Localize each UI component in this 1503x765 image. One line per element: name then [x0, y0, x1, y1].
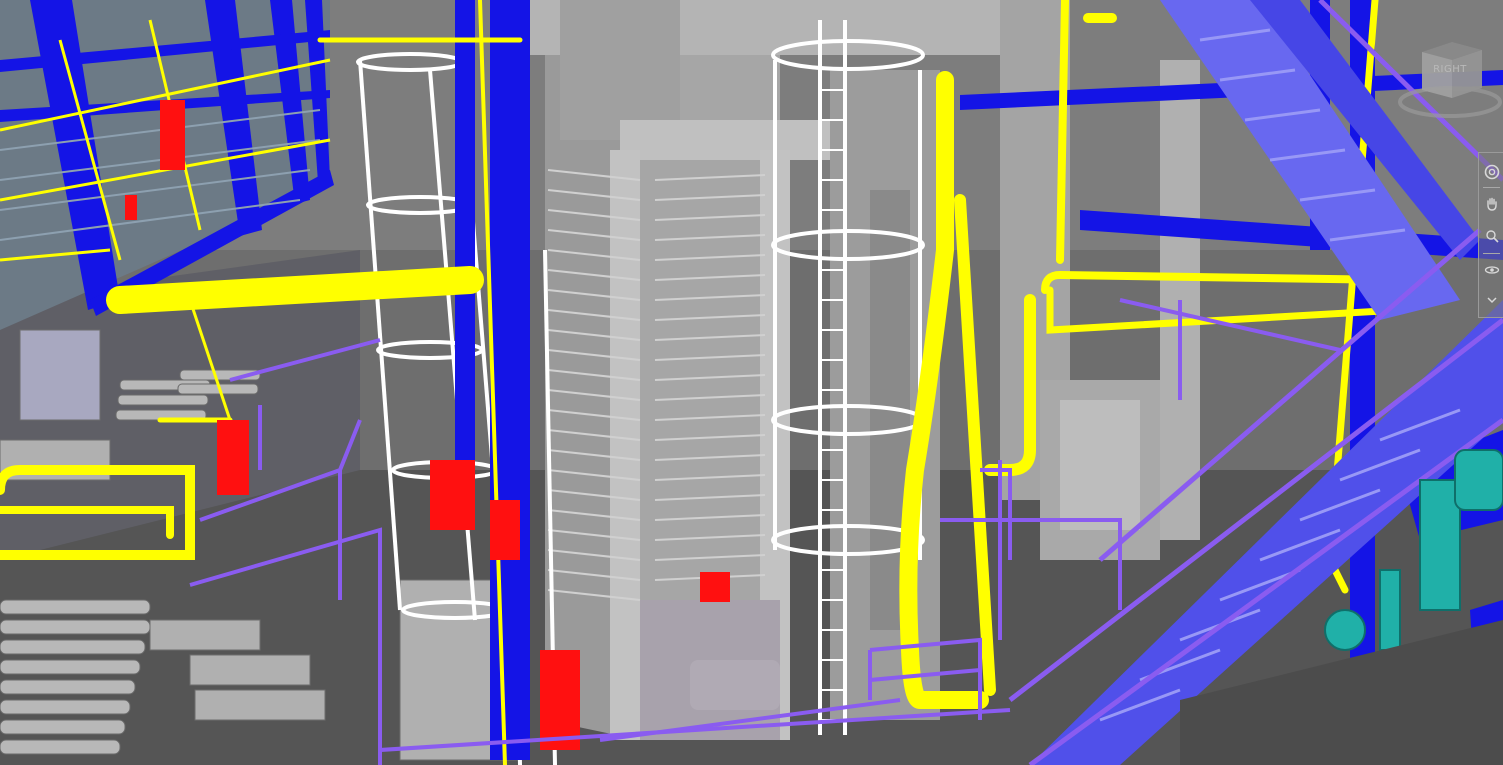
nav-separator: [1483, 253, 1500, 254]
model-3d-viewport[interactable]: [0, 0, 1503, 765]
zoom-icon[interactable]: [1482, 225, 1501, 247]
steering-wheel-icon[interactable]: [1482, 161, 1501, 183]
chevron-down-icon[interactable]: [1482, 289, 1501, 311]
viewcube-graphic: [1398, 42, 1502, 118]
viewcube[interactable]: RIGHT: [1392, 34, 1502, 130]
nav-separator: [1483, 187, 1500, 188]
viewcube-face-label[interactable]: RIGHT: [1430, 64, 1470, 75]
hand-icon[interactable]: [1482, 193, 1501, 215]
orbit-icon[interactable]: [1482, 259, 1501, 281]
navigation-bar: [1478, 152, 1503, 318]
